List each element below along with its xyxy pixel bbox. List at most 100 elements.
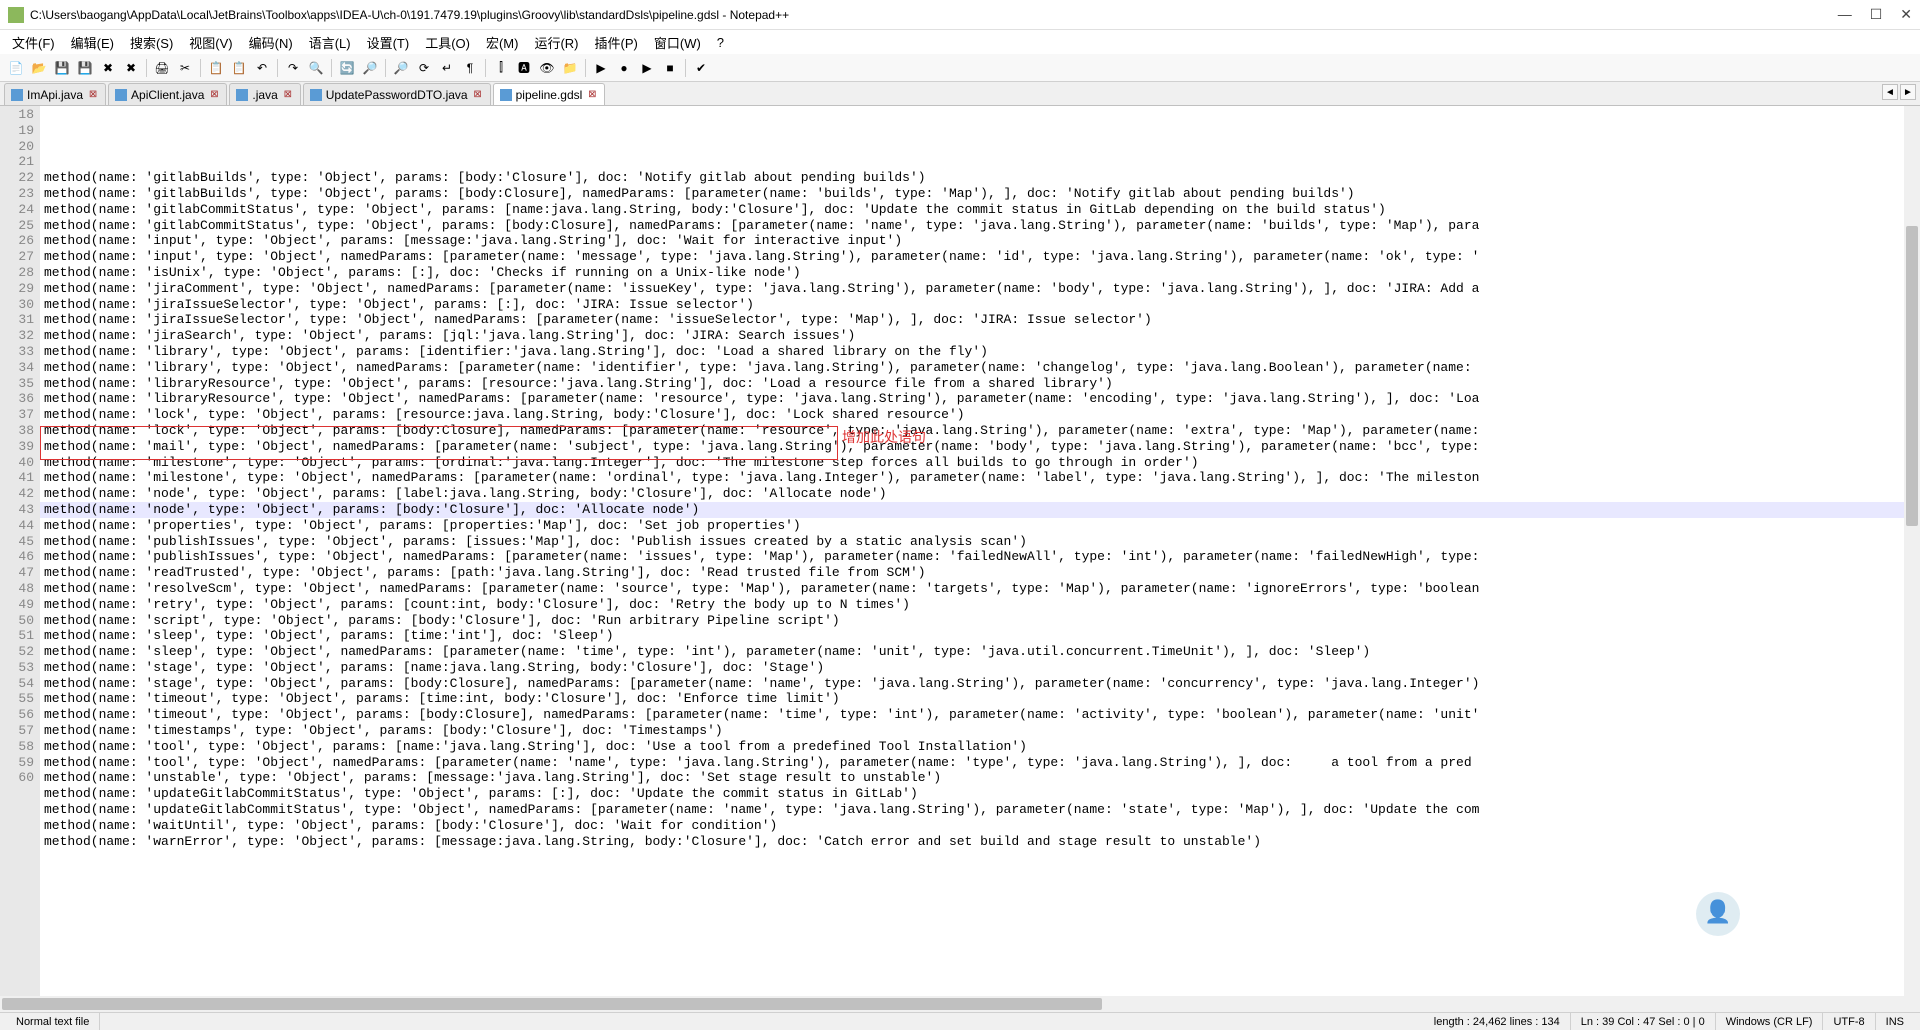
code-line[interactable]: method(name: 'timeout', type: 'Object', … [40,691,1920,707]
tab[interactable]: ImApi.java⊠ [4,83,106,105]
indent-guide-icon[interactable]: ⫿ [491,58,511,78]
code-line[interactable]: method(name: 'properties', type: 'Object… [40,518,1920,534]
tab-close-icon[interactable]: ⊠ [472,89,484,101]
tab-close-icon[interactable]: ⊠ [87,89,99,101]
code-line[interactable]: method(name: 'libraryResource', type: 'O… [40,376,1920,392]
code-line[interactable]: method(name: 'library', type: 'Object', … [40,360,1920,376]
print-icon[interactable]: 🖨 [152,58,172,78]
code-line[interactable]: method(name: 'gitlabCommitStatus', type:… [40,202,1920,218]
code-line[interactable]: method(name: 'gitlabBuilds', type: 'Obje… [40,186,1920,202]
code-area[interactable]: 增加此处语句 method(name: 'gitlabBuilds', type… [40,106,1920,996]
play-icon[interactable]: ▶ [637,58,657,78]
zoom-out-icon[interactable]: 🔎 [391,58,411,78]
code-line[interactable]: method(name: 'publishIssues', type: 'Obj… [40,549,1920,565]
code-line[interactable]: method(name: 'readTrusted', type: 'Objec… [40,565,1920,581]
code-line[interactable]: method(name: 'libraryResource', type: 'O… [40,391,1920,407]
eye-icon[interactable]: 👁 [537,58,557,78]
menu-item[interactable]: 设置(T) [361,31,416,54]
close-icon[interactable]: ✖ [98,58,118,78]
find-icon[interactable]: 🔍 [306,58,326,78]
code-line[interactable]: method(name: 'jiraComment', type: 'Objec… [40,281,1920,297]
tab[interactable]: UpdatePasswordDTO.java⊠ [303,83,491,105]
run-icon[interactable]: ▶ [591,58,611,78]
code-line[interactable]: method(name: 'lock', type: 'Object', par… [40,407,1920,423]
code-line[interactable]: method(name: 'isUnix', type: 'Object', p… [40,265,1920,281]
new-icon[interactable]: 📄 [6,58,26,78]
code-line[interactable]: method(name: 'script', type: 'Object', p… [40,613,1920,629]
code-line[interactable]: method(name: 'updateGitlabCommitStatus',… [40,786,1920,802]
undo-icon[interactable]: ↶ [252,58,272,78]
code-line[interactable]: method(name: 'jiraSearch', type: 'Object… [40,328,1920,344]
code-line[interactable]: method(name: 'sleep', type: 'Object', pa… [40,628,1920,644]
maximize-button[interactable]: ☐ [1870,6,1883,23]
code-line[interactable]: method(name: 'tool', type: 'Object', nam… [40,755,1920,771]
sync-icon[interactable]: ⟳ [414,58,434,78]
hscrollbar-thumb[interactable] [2,998,1102,1010]
spellcheck-icon[interactable]: ✔ [691,58,711,78]
code-line[interactable]: method(name: 'retry', type: 'Object', pa… [40,597,1920,613]
menu-item[interactable]: 插件(P) [589,31,644,54]
tab-prev-button[interactable]: ◄ [1882,84,1898,100]
code-line[interactable]: method(name: 'timeout', type: 'Object', … [40,707,1920,723]
code-line[interactable]: method(name: 'sleep', type: 'Object', na… [40,644,1920,660]
menu-item[interactable]: ? [711,33,730,52]
menu-item[interactable]: 语言(L) [303,31,357,54]
cut-icon[interactable]: ✂ [175,58,195,78]
minimize-button[interactable]: — [1838,6,1852,23]
code-line[interactable]: method(name: 'gitlabBuilds', type: 'Obje… [40,170,1920,186]
code-line[interactable]: method(name: 'node', type: 'Object', par… [40,486,1920,502]
status-encoding[interactable]: UTF-8 [1823,1013,1875,1030]
status-insert-mode[interactable]: INS [1876,1013,1914,1030]
code-line[interactable]: method(name: 'input', type: 'Object', pa… [40,233,1920,249]
tab[interactable]: .java⊠ [229,83,300,105]
code-line[interactable]: method(name: 'library', type: 'Object', … [40,344,1920,360]
lang-icon[interactable]: 🅰 [514,58,534,78]
code-line[interactable]: method(name: 'stage', type: 'Object', pa… [40,660,1920,676]
menu-item[interactable]: 运行(R) [528,31,584,54]
folder-icon[interactable]: 📁 [560,58,580,78]
menu-item[interactable]: 窗口(W) [648,31,707,54]
tab-close-icon[interactable]: ⊠ [282,89,294,101]
vertical-scrollbar[interactable] [1904,106,1920,996]
code-line[interactable]: method(name: 'jiraIssueSelector', type: … [40,297,1920,313]
menu-item[interactable]: 宏(M) [480,31,525,54]
code-line[interactable]: method(name: 'gitlabCommitStatus', type:… [40,218,1920,234]
menu-item[interactable]: 编辑(E) [65,31,120,54]
menu-item[interactable]: 搜索(S) [124,31,179,54]
code-line[interactable]: method(name: 'input', type: 'Object', na… [40,249,1920,265]
code-line[interactable]: method(name: 'stage', type: 'Object', pa… [40,676,1920,692]
code-line[interactable]: method(name: 'unstable', type: 'Object',… [40,770,1920,786]
code-line[interactable]: method(name: 'warnError', type: 'Object'… [40,834,1920,850]
replace-icon[interactable]: 🔄 [337,58,357,78]
status-eol[interactable]: Windows (CR LF) [1716,1013,1824,1030]
code-line[interactable]: method(name: 'lock', type: 'Object', par… [40,423,1920,439]
code-line[interactable]: method(name: 'waitUntil', type: 'Object'… [40,818,1920,834]
editor[interactable]: 1819202122232425262728293031323334353637… [0,106,1920,996]
save-icon[interactable]: 💾 [52,58,72,78]
rec-icon[interactable]: ● [614,58,634,78]
tab-close-icon[interactable]: ⊠ [586,89,598,101]
zoom-in-icon[interactable]: 🔎 [360,58,380,78]
code-line[interactable]: method(name: 'resolveScm', type: 'Object… [40,581,1920,597]
wrap-icon[interactable]: ↵ [437,58,457,78]
code-line[interactable]: method(name: 'publishIssues', type: 'Obj… [40,534,1920,550]
tab[interactable]: pipeline.gdsl⊠ [493,83,606,105]
code-line[interactable]: method(name: 'tool', type: 'Object', par… [40,739,1920,755]
code-line[interactable]: method(name: 'milestone', type: 'Object'… [40,470,1920,486]
paste-icon[interactable]: 📋 [229,58,249,78]
menu-item[interactable]: 文件(F) [6,31,61,54]
stop-icon[interactable]: ■ [660,58,680,78]
code-line[interactable]: method(name: 'node', type: 'Object', par… [40,502,1920,518]
close-all-icon[interactable]: ✖ [121,58,141,78]
close-button[interactable]: ✕ [1900,6,1912,23]
code-line[interactable]: method(name: 'jiraIssueSelector', type: … [40,312,1920,328]
tab-next-button[interactable]: ► [1900,84,1916,100]
code-line[interactable]: method(name: 'milestone', type: 'Object'… [40,455,1920,471]
tab-close-icon[interactable]: ⊠ [208,89,220,101]
show-all-icon[interactable]: ¶ [460,58,480,78]
horizontal-scrollbar[interactable] [0,996,1920,1012]
copy-icon[interactable]: 📋 [206,58,226,78]
code-line[interactable]: method(name: 'timestamps', type: 'Object… [40,723,1920,739]
scrollbar-thumb[interactable] [1906,226,1918,526]
code-line[interactable]: method(name: 'updateGitlabCommitStatus',… [40,802,1920,818]
